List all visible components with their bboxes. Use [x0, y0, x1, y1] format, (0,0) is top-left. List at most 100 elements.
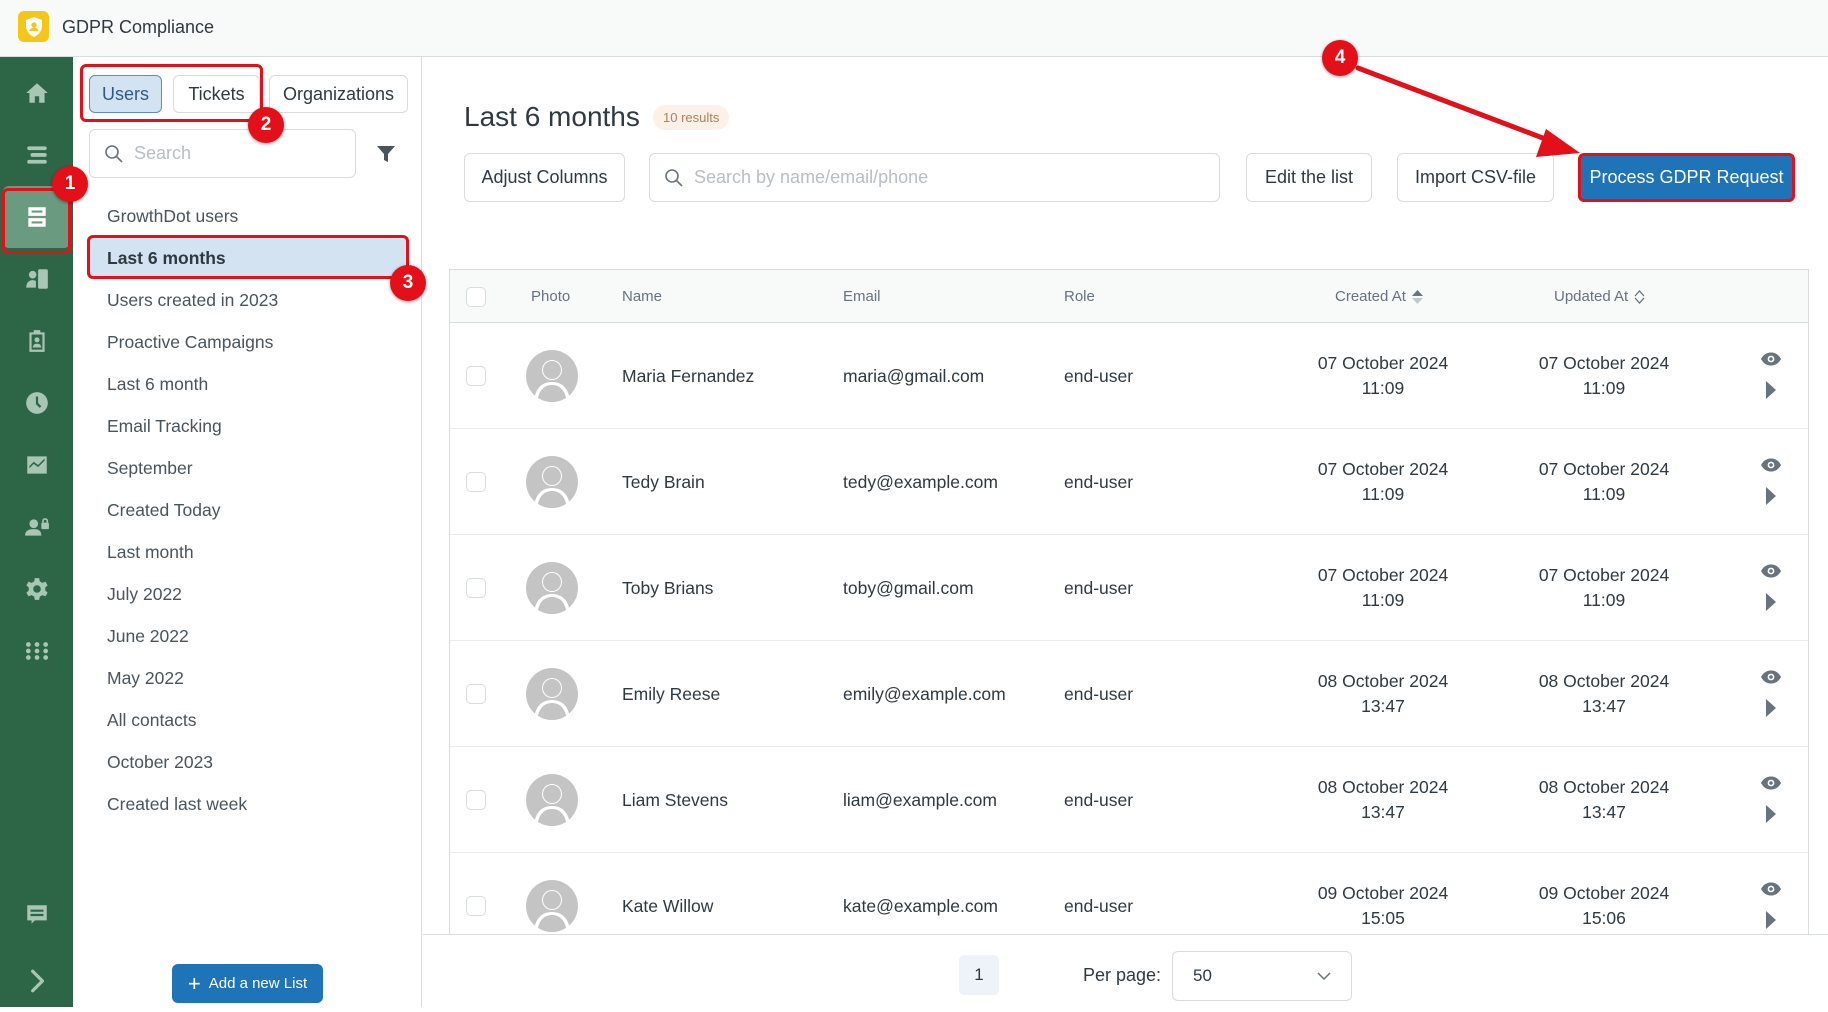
row-checkbox[interactable] [466, 896, 486, 916]
main-content: Last 6 months 10 results Adjust Columns … [423, 57, 1828, 1007]
updated-at-cell: 07 October 2024 11:09 [1514, 535, 1694, 641]
user-placeholder-icon [534, 890, 570, 932]
rail-expand[interactable] [0, 950, 73, 1012]
table-row[interactable]: Tedy Brain tedy@example.com end-user 07 Oct… [450, 429, 1808, 535]
avatar [526, 456, 578, 508]
lists-icon [27, 207, 46, 227]
select-all-checkbox-cell[interactable] [466, 270, 486, 323]
list-item-october-2023[interactable]: October 2023 [89, 741, 407, 783]
name-cell[interactable]: Maria Fernandez [622, 323, 754, 429]
tab-users[interactable]: Users [89, 75, 162, 113]
process-gdpr-request-button[interactable]: Process GDPR Request [1578, 153, 1795, 202]
eye-icon[interactable] [1760, 564, 1782, 578]
list-item-all-contacts[interactable]: All contacts [89, 699, 407, 741]
role-cell: end-user [1064, 577, 1134, 598]
rail-reports[interactable] [0, 434, 73, 496]
row-checkbox-cell[interactable] [466, 641, 486, 747]
per-page-select[interactable]: 50 [1172, 951, 1352, 1001]
list-item-growthdot-users[interactable]: GrowthDot users [89, 195, 407, 237]
updated-at-cell: 07 October 2024 11:09 [1514, 323, 1694, 429]
rail-chat[interactable] [0, 884, 73, 946]
page-button-1[interactable]: 1 [959, 955, 999, 995]
column-email: Email [843, 288, 881, 305]
rail-home[interactable] [0, 62, 73, 124]
rail-clock[interactable] [0, 372, 73, 434]
eye-icon[interactable] [1760, 352, 1782, 366]
created-at-cell: 07 October 2024 11:09 [1293, 429, 1473, 535]
play-arrow-icon[interactable] [1765, 592, 1777, 612]
list-item-created-last-week[interactable]: Created last week [89, 783, 407, 825]
list-item-september[interactable]: September [89, 447, 407, 489]
email-cell: liam@example.com [843, 789, 997, 810]
user-placeholder-icon [534, 678, 570, 720]
adjust-columns-button[interactable]: Adjust Columns [464, 153, 625, 202]
filter-button[interactable] [373, 141, 399, 167]
eye-icon[interactable] [1760, 458, 1782, 472]
list-item-email-tracking[interactable]: Email Tracking [89, 405, 407, 447]
name-cell[interactable]: Tedy Brain [622, 429, 705, 535]
role-cell: end-user [1064, 789, 1134, 810]
play-arrow-icon[interactable] [1765, 380, 1777, 400]
row-checkbox[interactable] [466, 366, 486, 386]
row-checkbox[interactable] [466, 790, 486, 810]
table-row[interactable]: Liam Stevens liam@example.com end-user 08 O… [450, 747, 1808, 853]
row-checkbox-cell[interactable] [466, 747, 486, 853]
edit-list-button[interactable]: Edit the list [1246, 153, 1372, 202]
list-item-last-month[interactable]: Last month [89, 531, 407, 573]
name-cell[interactable]: Liam Stevens [622, 747, 728, 853]
row-checkbox[interactable] [466, 472, 486, 492]
import-csv-button[interactable]: Import CSV-file [1397, 153, 1554, 202]
list-item-last-6-month[interactable]: Last 6 month [89, 363, 407, 405]
list-search-input[interactable] [134, 143, 334, 164]
user-search-field[interactable] [649, 153, 1220, 202]
user-search-input[interactable] [694, 167, 1194, 188]
row-checkbox-cell[interactable] [466, 535, 486, 641]
row-checkbox-cell[interactable] [466, 323, 486, 429]
play-arrow-icon[interactable] [1765, 486, 1777, 506]
list-item-june-2022[interactable]: June 2022 [89, 615, 407, 657]
play-arrow-icon[interactable] [1765, 698, 1777, 718]
created-time: 15:05 [1361, 908, 1405, 928]
select-all-checkbox[interactable] [466, 286, 486, 307]
column-created-at[interactable]: Created At [1335, 270, 1423, 323]
row-checkbox[interactable] [466, 578, 486, 598]
annotation-badge-2: 2 [248, 107, 284, 143]
table-row[interactable]: Maria Fernandez maria@gmail.com end-user 07… [450, 323, 1808, 429]
add-new-list-button[interactable]: + Add a new List [172, 964, 323, 1003]
eye-icon[interactable] [1760, 882, 1782, 896]
rail-apps[interactable] [0, 620, 73, 682]
updated-at-cell: 08 October 2024 13:47 [1514, 747, 1694, 853]
tab-tickets[interactable]: Tickets [173, 75, 260, 113]
rail-clipboard[interactable] [0, 310, 73, 372]
rail-user-lock[interactable] [0, 496, 73, 558]
avatar [526, 350, 578, 402]
user-placeholder-icon [534, 784, 570, 826]
list-search-field[interactable] [89, 129, 356, 178]
column-updated-at[interactable]: Updated At [1554, 270, 1645, 323]
list-item-july-2022[interactable]: July 2022 [89, 573, 407, 615]
eye-icon[interactable] [1760, 776, 1782, 790]
eye-icon[interactable] [1760, 670, 1782, 684]
rail-settings[interactable] [0, 558, 73, 620]
list-item-proactive-campaigns[interactable]: Proactive Campaigns [89, 321, 407, 363]
table-row[interactable]: Emily Reese emily@example.com end-user 08 O… [450, 641, 1808, 747]
play-arrow-icon[interactable] [1765, 804, 1777, 824]
name-cell[interactable]: Toby Brians [622, 535, 713, 641]
row-checkbox[interactable] [466, 684, 486, 704]
email-cell: toby@gmail.com [843, 577, 974, 598]
name-cell[interactable]: Emily Reese [622, 641, 720, 747]
list-item-last-6-months[interactable]: Last 6 months [89, 237, 407, 279]
rail-contacts[interactable] [0, 248, 73, 310]
row-checkbox-cell[interactable] [466, 429, 486, 535]
list-item-users-created-2023[interactable]: Users created in 2023 [89, 279, 407, 321]
table-row[interactable]: Toby Brians toby@gmail.com end-user 07 Octo… [450, 535, 1808, 641]
updated-at-cell: 08 October 2024 13:47 [1514, 641, 1694, 747]
list-item-may-2022[interactable]: May 2022 [89, 657, 407, 699]
search-icon [665, 168, 683, 187]
search-icon [105, 144, 123, 163]
tab-organizations[interactable]: Organizations [269, 75, 408, 113]
updated-date: 08 October 2024 [1538, 671, 1670, 691]
play-arrow-icon[interactable] [1765, 910, 1777, 930]
column-created-at-label: Created At [1335, 288, 1406, 305]
list-item-created-today[interactable]: Created Today [89, 489, 407, 531]
